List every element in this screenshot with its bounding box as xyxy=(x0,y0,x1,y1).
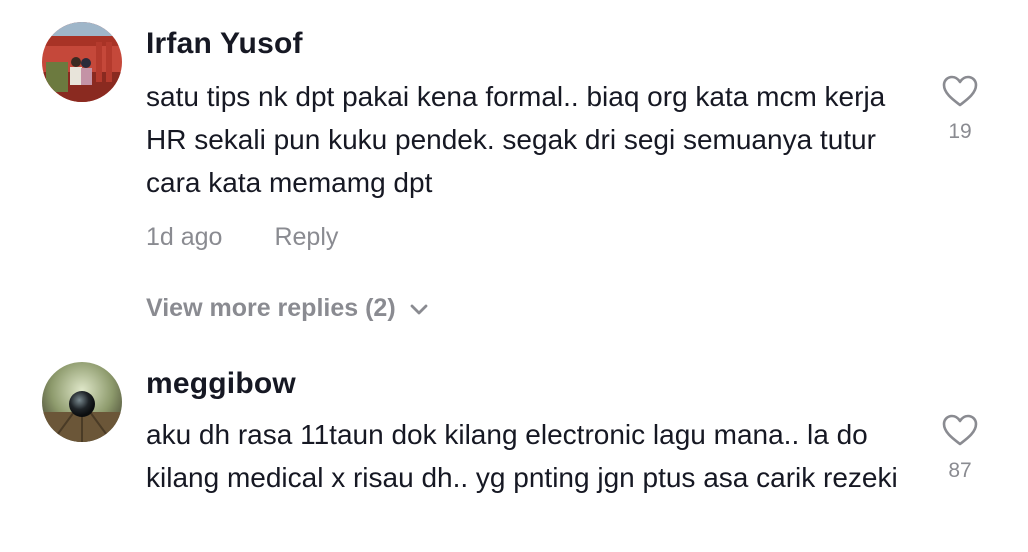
like-count: 19 xyxy=(948,120,972,143)
avatar-image xyxy=(42,362,122,442)
comment-text: aku dh rasa 11taun dok kilang electronic… xyxy=(146,419,898,493)
comment-text: satu tips nk dpt pakai kena formal.. bia… xyxy=(146,81,886,198)
comment-meta: 1d ago Reply xyxy=(146,223,338,252)
reply-button[interactable]: Reply xyxy=(274,223,338,251)
username[interactable]: meggibow xyxy=(146,367,296,401)
avatar[interactable] xyxy=(42,22,122,102)
like-button[interactable]: 19 xyxy=(936,74,984,144)
chevron-down-icon xyxy=(410,294,428,323)
like-button[interactable]: 87 xyxy=(936,413,984,483)
avatar-image xyxy=(42,22,122,102)
username[interactable]: Irfan Yusof xyxy=(146,27,303,61)
like-count: 87 xyxy=(948,459,972,482)
timestamp: 1d ago xyxy=(146,223,223,251)
avatar[interactable] xyxy=(42,362,122,442)
heart-outline-icon xyxy=(942,414,978,446)
comments-panel: Irfan Yusof satu tips nk dpt pakai kena … xyxy=(0,0,1028,552)
view-more-replies-label: View more replies (2) xyxy=(146,294,396,322)
heart-outline-icon xyxy=(942,75,978,107)
view-more-replies-button[interactable]: View more replies (2) xyxy=(146,294,428,323)
